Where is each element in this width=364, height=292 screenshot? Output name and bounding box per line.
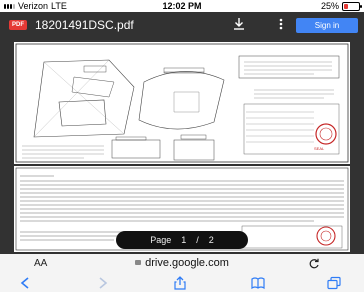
total-pages: 2 bbox=[208, 235, 214, 245]
clock: 12:02 PM bbox=[162, 1, 202, 11]
download-icon[interactable] bbox=[232, 17, 246, 31]
pdf-file-icon: PDF bbox=[9, 20, 27, 30]
sign-in-button[interactable]: Sign in bbox=[296, 18, 358, 33]
page-label: Page bbox=[150, 235, 172, 245]
more-vert-icon[interactable] bbox=[278, 17, 284, 31]
pdf-page-1: SEAL bbox=[14, 42, 350, 164]
url-text: drive.google.com bbox=[145, 257, 229, 269]
browser-toolbar bbox=[0, 274, 364, 292]
battery-percent: 25% bbox=[320, 1, 339, 11]
current-page: 1 bbox=[181, 235, 187, 245]
battery-icon bbox=[342, 1, 362, 11]
survey-drawing: SEAL bbox=[15, 43, 349, 163]
file-name: 18201491DSC.pdf bbox=[35, 18, 134, 32]
bookmarks-icon[interactable] bbox=[250, 276, 266, 290]
seal-stamp: SEAL bbox=[314, 146, 325, 151]
back-icon[interactable] bbox=[18, 276, 34, 290]
viewer-header: PDF 18201491DSC.pdf Sign in bbox=[0, 12, 364, 38]
forward-icon[interactable] bbox=[94, 276, 110, 290]
pdf-viewer[interactable]: SEAL bbox=[0, 38, 364, 254]
lock-icon bbox=[135, 260, 142, 265]
page-separator: / bbox=[196, 235, 199, 245]
status-bar: Verizon LTE 12:02 PM 25% bbox=[0, 0, 364, 12]
page-indicator: Page 1 / 2 bbox=[116, 231, 248, 249]
reload-icon[interactable] bbox=[308, 258, 320, 270]
share-icon[interactable] bbox=[172, 276, 188, 290]
address-bar[interactable]: AA drive.google.com bbox=[0, 254, 364, 274]
status-right: 25% bbox=[320, 1, 362, 11]
tabs-icon[interactable] bbox=[326, 276, 342, 290]
